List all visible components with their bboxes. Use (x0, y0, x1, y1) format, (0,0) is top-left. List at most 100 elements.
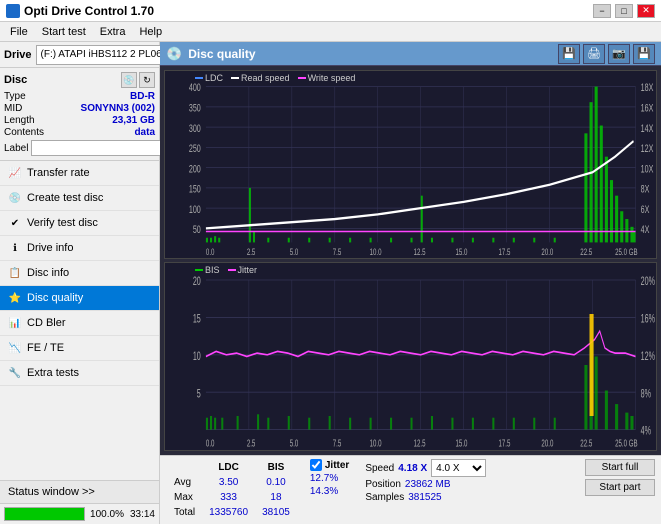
svg-text:100: 100 (189, 203, 201, 215)
svg-text:5: 5 (197, 388, 201, 401)
drive-select[interactable]: (F:) ATAPI iHBS112 2 PL06 (36, 45, 180, 65)
close-button[interactable]: ✕ (637, 4, 655, 18)
disc-mid-val: SONYNN3 (002) (81, 103, 155, 114)
avg-ldc: 3.50 (203, 476, 254, 489)
toolbar-buttons: 💾 🖨 📷 💾 (558, 44, 655, 64)
maximize-button[interactable]: □ (615, 4, 633, 18)
svg-text:2.5: 2.5 (247, 247, 256, 258)
svg-text:2.5: 2.5 (247, 437, 256, 449)
position-label: Position (365, 479, 401, 490)
main-layout: Drive (F:) ATAPI iHBS112 2 PL06 ⏏ Disc 💿… (0, 42, 661, 524)
avg-label: Avg (168, 476, 201, 489)
sidebar-item-transfer-rate-label: Transfer rate (27, 167, 90, 179)
disc-label-row: Label ✎ (4, 140, 155, 156)
chart-bis: BIS Jitter (164, 262, 657, 451)
disc-refresh-btn[interactable]: ↻ (139, 72, 155, 88)
sidebar-item-disc-info[interactable]: 📋 Disc info (0, 261, 159, 286)
svg-text:200: 200 (189, 163, 201, 175)
toolbar-btn-4[interactable]: 💾 (633, 44, 655, 64)
disc-label-key: Label (4, 143, 28, 154)
disc-panel: Disc 💿 ↻ Type BD-R MID SONYNN3 (002) Len… (0, 68, 159, 161)
transfer-rate-icon: 📈 (8, 166, 22, 180)
menu-help[interactable]: Help (133, 25, 168, 39)
legend-ldc-label: LDC (205, 73, 223, 83)
start-full-button[interactable]: Start full (585, 459, 655, 476)
jitter-label: Jitter (325, 460, 349, 471)
sidebar-item-transfer-rate[interactable]: 📈 Transfer rate (0, 161, 159, 186)
toolbar-btn-2[interactable]: 🖨 (583, 44, 605, 64)
timer-text: 33:14 (130, 509, 155, 520)
sidebar-item-drive-info[interactable]: ℹ Drive info (0, 236, 159, 261)
legend-write-speed: Write speed (298, 73, 356, 83)
progress-bar-fill (5, 508, 84, 520)
svg-text:50: 50 (193, 224, 201, 236)
titlebar-left: Opti Drive Control 1.70 (6, 4, 154, 18)
total-bis: 38105 (256, 506, 296, 519)
svg-text:25.0 GB: 25.0 GB (615, 247, 637, 258)
samples-row: Samples 381525 (365, 492, 486, 503)
sidebar-item-disc-quality-label: Disc quality (27, 292, 83, 304)
menu-extra[interactable]: Extra (94, 25, 132, 39)
samples-val: 381525 (408, 492, 441, 503)
svg-text:10.0: 10.0 (370, 437, 382, 449)
start-part-button[interactable]: Start part (585, 479, 655, 496)
disc-mid-key: MID (4, 103, 22, 114)
sidebar-item-verify-test-disc[interactable]: ✔ Verify test disc (0, 211, 159, 236)
samples-label: Samples (365, 492, 404, 503)
disc-length-row: Length 23,31 GB (4, 115, 155, 126)
total-label: Total (168, 506, 201, 519)
drive-label: Drive (4, 49, 32, 61)
sidebar-item-cd-bler-label: CD Bler (27, 317, 66, 329)
svg-text:20: 20 (193, 275, 201, 288)
svg-text:15.0: 15.0 (456, 247, 468, 258)
speed-section: Speed 4.18 X 4.0 X Position 23862 MB Sam… (365, 459, 486, 503)
drive-info-icon: ℹ (8, 241, 22, 255)
disc-quality-header-icon: 💿 (166, 46, 182, 62)
sidebar-item-disc-quality[interactable]: ⭐ Disc quality (0, 286, 159, 311)
sidebar-item-extra-tests[interactable]: 🔧 Extra tests (0, 361, 159, 386)
sidebar-item-disc-info-label: Disc info (27, 267, 69, 279)
svg-text:17.5: 17.5 (498, 437, 510, 449)
sidebar-item-create-test-disc[interactable]: 💿 Create test disc (0, 186, 159, 211)
disc-info-icon: 📋 (8, 266, 22, 280)
svg-text:5.0: 5.0 (290, 437, 299, 449)
sidebar-item-create-test-disc-label: Create test disc (27, 192, 103, 204)
speed-select[interactable]: 4.0 X (431, 459, 486, 477)
svg-text:7.5: 7.5 (333, 247, 342, 258)
jitter-checkbox[interactable] (310, 459, 322, 471)
titlebar: Opti Drive Control 1.70 − □ ✕ (0, 0, 661, 22)
jitter-max-row: 14.3% (310, 486, 349, 497)
disc-label-input[interactable] (31, 140, 169, 156)
chart-ldc: LDC Read speed Write speed (164, 70, 657, 259)
svg-text:0.0: 0.0 (206, 247, 215, 258)
svg-text:15.0: 15.0 (456, 437, 468, 449)
disc-section-label: Disc (4, 74, 27, 86)
disc-icon-btn[interactable]: 💿 (121, 72, 137, 88)
sidebar-item-extra-tests-label: Extra tests (27, 367, 79, 379)
jitter-avg: 12.7% (310, 473, 338, 484)
toolbar-btn-3[interactable]: 📷 (608, 44, 630, 64)
legend-read-speed: Read speed (231, 73, 290, 83)
svg-text:10.0: 10.0 (370, 247, 382, 258)
svg-text:4X: 4X (641, 224, 650, 236)
sidebar-item-cd-bler[interactable]: 📊 CD Bler (0, 311, 159, 336)
sidebar-item-fe-te[interactable]: 📉 FE / TE (0, 336, 159, 361)
menu-start-test[interactable]: Start test (36, 25, 92, 39)
menu-file[interactable]: File (4, 25, 34, 39)
ldc-dot (195, 77, 203, 79)
speed-current: 4.18 X (398, 463, 427, 474)
max-ldc: 333 (203, 491, 254, 504)
disc-panel-header: Disc 💿 ↻ (4, 72, 155, 88)
legend-ldc: LDC (195, 73, 223, 83)
svg-text:400: 400 (189, 82, 201, 94)
toolbar-btn-1[interactable]: 💾 (558, 44, 580, 64)
sidebar-item-fe-te-label: FE / TE (27, 342, 64, 354)
disc-quality-header: 💿 Disc quality 💾 🖨 📷 💾 (160, 42, 661, 66)
svg-text:12.5: 12.5 (414, 437, 426, 449)
minimize-button[interactable]: − (593, 4, 611, 18)
status-window-button[interactable]: Status window >> (0, 480, 159, 503)
svg-text:350: 350 (189, 102, 201, 114)
legend-read-speed-label: Read speed (241, 73, 290, 83)
drive-bar: Drive (F:) ATAPI iHBS112 2 PL06 ⏏ (0, 42, 159, 68)
col-bis-header: BIS (256, 461, 296, 474)
